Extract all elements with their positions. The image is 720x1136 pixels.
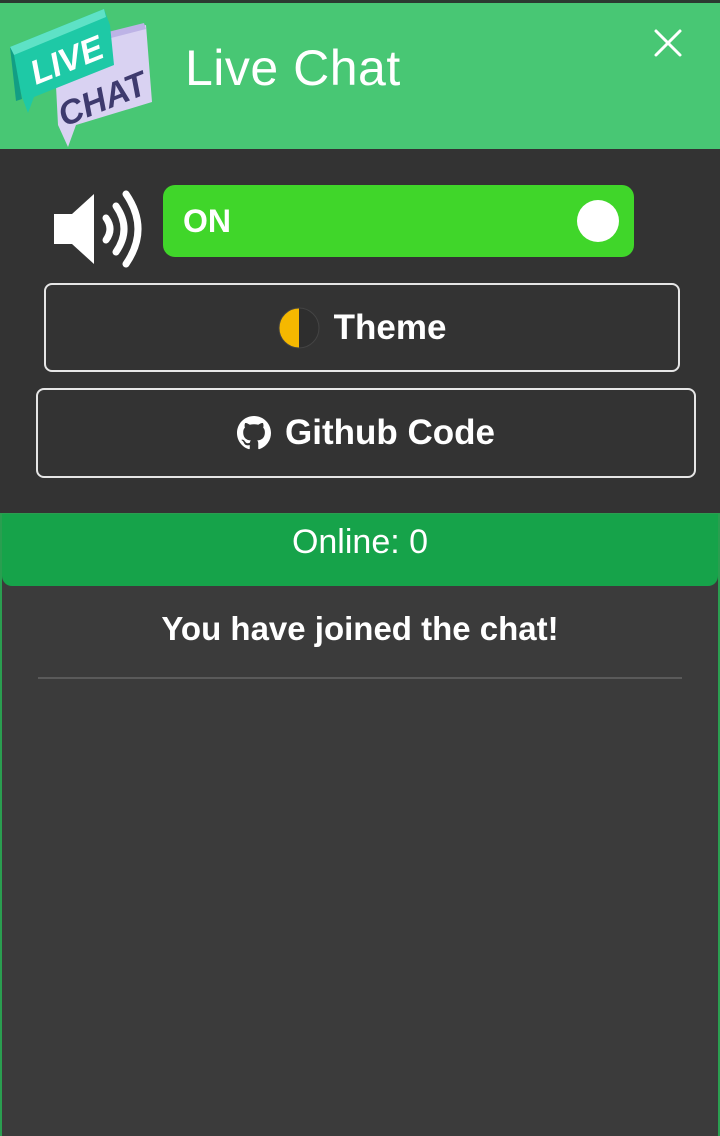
speaker-volume-icon[interactable]	[50, 186, 148, 272]
sound-toggle[interactable]: ON	[163, 185, 634, 257]
live-chat-logo: LIVE CHAT	[10, 9, 155, 147]
online-count-bar: Online: 0	[2, 514, 718, 586]
app-header: LIVE CHAT Live Chat	[0, 0, 720, 149]
app-title: Live Chat	[185, 40, 401, 96]
theme-button-label: Theme	[333, 307, 447, 347]
theme-button[interactable]: Theme	[44, 283, 680, 372]
toggle-knob	[577, 200, 619, 242]
chat-area	[0, 513, 720, 1136]
system-message: You have joined the chat!	[161, 610, 559, 647]
github-code-button[interactable]: Github Code	[36, 388, 696, 478]
half-moon-icon	[278, 307, 320, 348]
toggle-label: ON	[183, 203, 231, 239]
close-icon[interactable]	[650, 25, 686, 61]
message-divider	[38, 677, 682, 679]
github-button-label: Github Code	[285, 413, 495, 452]
github-icon	[237, 416, 272, 450]
